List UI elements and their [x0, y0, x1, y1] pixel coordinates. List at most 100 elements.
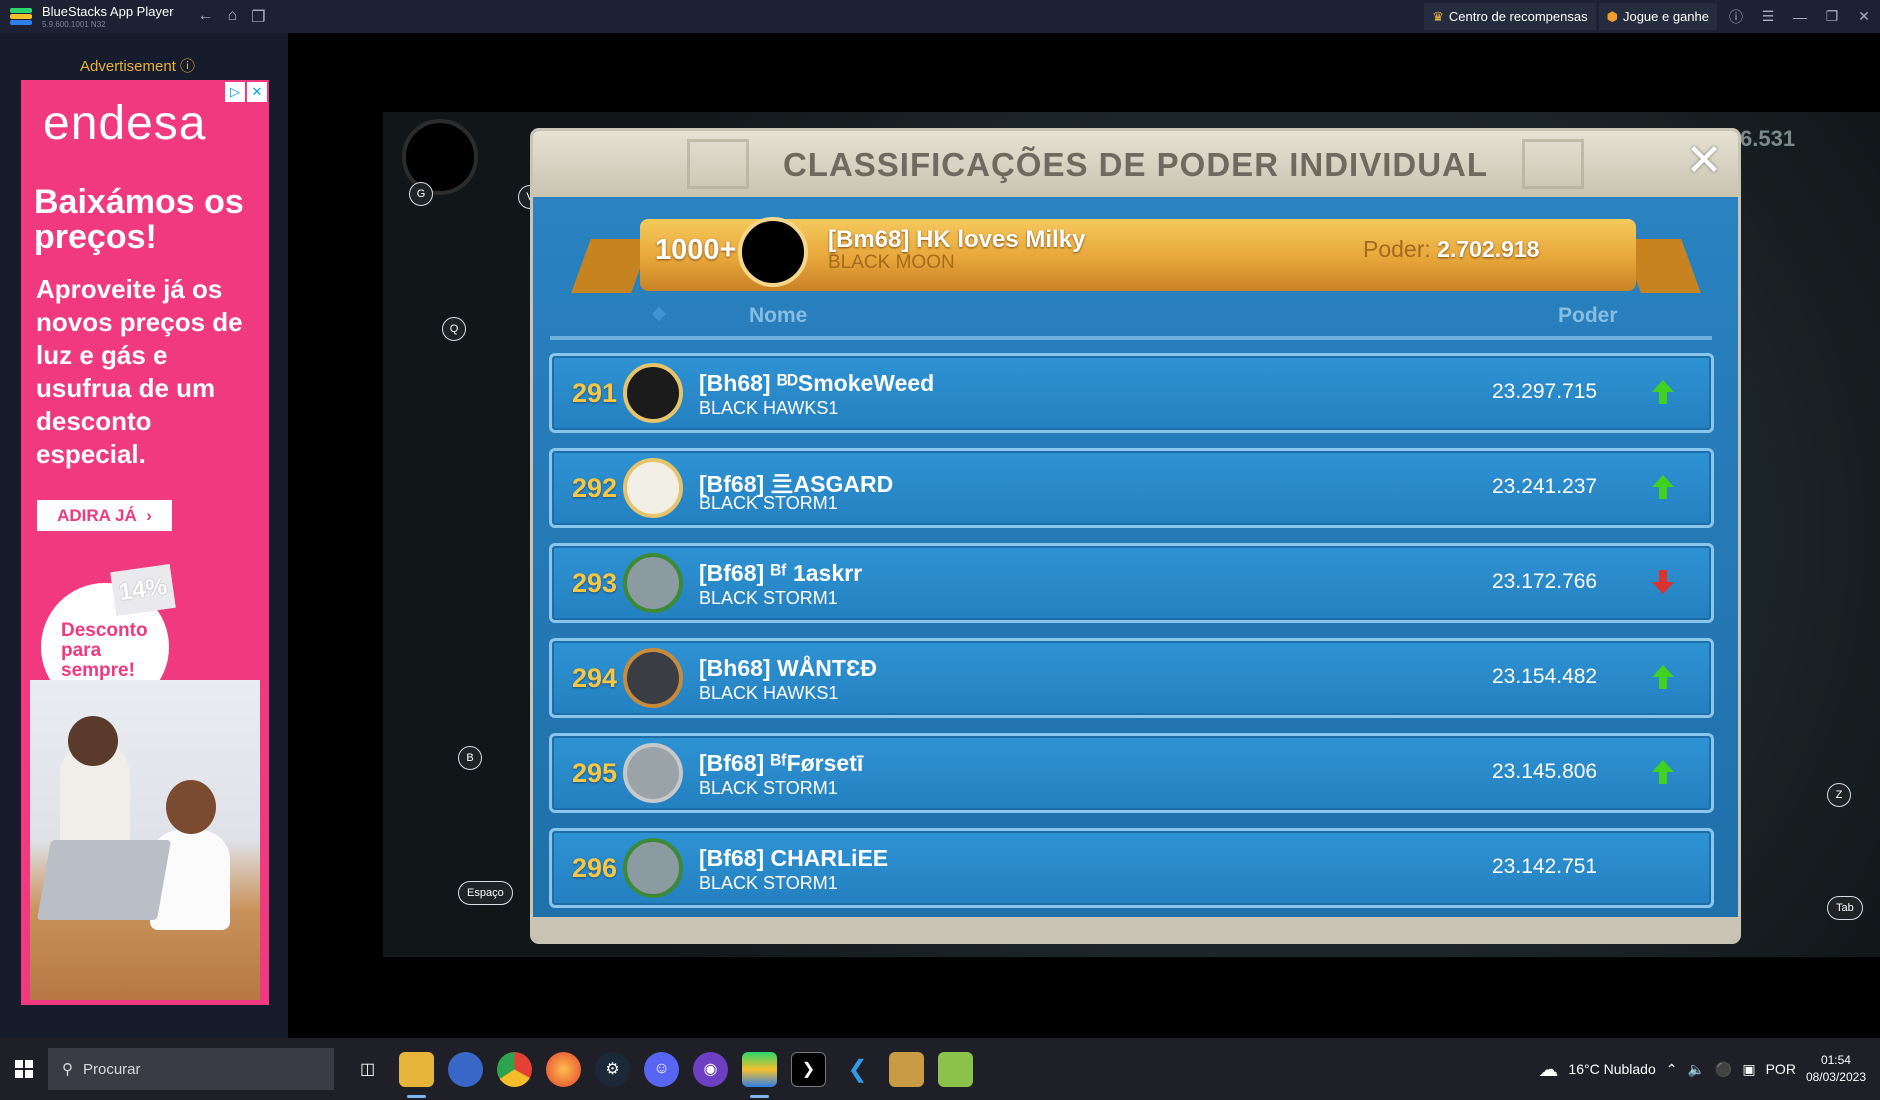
steam-icon[interactable]: ⚙ — [595, 1051, 630, 1087]
row-avatar[interactable] — [623, 553, 683, 613]
close-icon[interactable]: ✕ — [1680, 139, 1728, 187]
column-name: Nome — [749, 304, 808, 327]
rank-column-icon — [651, 306, 667, 322]
maximize-button[interactable]: ❐ — [1816, 8, 1848, 25]
menu-icon[interactable]: ☰ — [1752, 8, 1784, 25]
row-avatar[interactable] — [623, 648, 683, 708]
ad-cta-label: ADIRA JÁ — [57, 505, 137, 525]
row-avatar[interactable] — [623, 458, 683, 518]
speaker-icon[interactable]: 🔈 — [1687, 1061, 1704, 1078]
windows-logo-icon — [15, 1060, 33, 1078]
row-rank: 294 — [572, 663, 618, 693]
ad-label: Advertisement ⓘ — [80, 55, 195, 76]
ad-label-text: Advertisement — [80, 58, 176, 75]
ranking-row[interactable]: 292 [Bf68] 亖ASGARD BLACK STORM1 23.241.2… — [549, 448, 1714, 528]
taskbar-search-box[interactable]: ⚲ Procurar — [48, 1048, 334, 1090]
row-name: [Bh68] ᴮᴰSmokeWeed — [699, 370, 935, 396]
ad-photo — [30, 680, 260, 1000]
windows-start-button[interactable] — [0, 1038, 48, 1100]
firefox-icon[interactable] — [546, 1051, 581, 1087]
row-name: [Bf68] CHARLiEE — [699, 845, 889, 871]
discord-icon[interactable]: ☺ — [644, 1051, 679, 1087]
my-name: [Bm68] HK loves Milky — [828, 226, 1086, 253]
ad-cta-button[interactable]: ADIRA JÁ › — [37, 500, 172, 531]
ad-body: Aproveite já os novos preços de luz e gá… — [36, 274, 243, 469]
help-icon[interactable]: ⓘ — [1720, 7, 1752, 27]
chevron-up-icon[interactable]: ⌃ — [1666, 1061, 1678, 1078]
row-avatar[interactable] — [623, 363, 683, 423]
file-explorer-icon[interactable] — [399, 1051, 434, 1098]
hotkey-space[interactable]: Espaço — [458, 881, 513, 905]
taskbar-clock[interactable]: 01:54 08/03/2023 — [1806, 1052, 1866, 1086]
ad-brand: endesa — [43, 97, 207, 150]
chrome-icon[interactable] — [497, 1051, 532, 1087]
my-power: Poder: 2.702.918 — [1363, 236, 1539, 263]
network-icon[interactable]: ▣ — [1742, 1061, 1755, 1078]
my-avatar[interactable] — [738, 217, 808, 287]
row-alliance: BLACK STORM1 — [699, 588, 838, 608]
row-name: [Bh68] WÅNTƐĐ — [699, 655, 877, 681]
ranking-row[interactable]: 294 [Bh68] WÅNTƐĐ BLACK HAWKS1 23.154.48… — [549, 638, 1714, 718]
trend-up-icon — [1652, 665, 1674, 689]
row-avatar[interactable] — [623, 743, 683, 803]
search-icon: ⚲ — [62, 1061, 73, 1078]
row-avatar[interactable] — [623, 838, 683, 898]
vscode-icon[interactable]: ❮ — [840, 1052, 875, 1087]
trend-down-icon — [1652, 570, 1674, 594]
ad-banner[interactable]: endesa ▷ ✕ Baixámos os preços! Aproveite… — [21, 80, 269, 1005]
column-header: Nome Poder — [550, 299, 1712, 335]
row-power: 23.297.715 — [1492, 380, 1598, 403]
title-bar: BlueStacks App Player 5.9.600.1001 N32 ←… — [0, 0, 1880, 33]
ranking-row[interactable]: 296 [Bf68] CHARLiEE BLACK STORM1 23.142.… — [549, 828, 1714, 908]
row-rank: 295 — [572, 758, 618, 788]
game-app-icon[interactable] — [889, 1051, 924, 1087]
rewards-center-label: Centro de recompensas — [1448, 9, 1588, 24]
back-icon[interactable]: ← — [198, 7, 214, 27]
coin-icon: ⬢ — [1606, 8, 1618, 24]
ad-choices-icon[interactable]: ▷ — [225, 82, 245, 102]
row-rank: 293 — [572, 568, 618, 598]
play-win-button[interactable]: ⬢ Jogue e ganhe — [1598, 3, 1717, 30]
multi-instance-icon[interactable]: ❐ — [251, 7, 265, 27]
hotkey-g[interactable]: G — [409, 182, 433, 206]
weather-text[interactable]: 16°C Nublado — [1568, 1061, 1655, 1077]
task-view-icon[interactable]: ◫ — [350, 1052, 385, 1087]
hotkey-tab[interactable]: Tab — [1827, 896, 1863, 920]
row-power: 23.154.482 — [1492, 665, 1598, 688]
bluestacks-taskbar-icon[interactable] — [742, 1051, 777, 1098]
terminal-icon[interactable]: ❯ — [791, 1051, 826, 1087]
close-window-button[interactable]: ✕ — [1848, 8, 1880, 25]
windows-taskbar: ⚲ Procurar ◫ ⚙ ☺ ◉ ❯ ❮ ☁ 16°C Nublado ⌃ … — [0, 1038, 1880, 1100]
home-icon[interactable]: ⌂ — [228, 7, 238, 27]
search-placeholder: Procurar — [83, 1060, 141, 1078]
ranking-row[interactable]: 295 [Bf68] ᴮᶠFørsetī BLACK STORM1 23.145… — [549, 733, 1714, 813]
my-power-label: Poder: — [1363, 236, 1431, 262]
trend-up-icon — [1652, 475, 1674, 499]
ad-close-icon[interactable]: ✕ — [247, 82, 267, 102]
row-rank: 292 — [572, 473, 618, 503]
info-icon[interactable]: ⓘ — [180, 58, 195, 75]
hotkey-b[interactable]: B — [458, 746, 482, 770]
row-name: [Bf68] ᴮᶠFørsetī — [699, 750, 864, 776]
row-alliance: BLACK STORM1 — [699, 778, 838, 798]
crown-icon: ♛ — [1432, 8, 1444, 24]
github-icon[interactable]: ◉ — [693, 1051, 728, 1087]
hotkey-z[interactable]: Z — [1827, 783, 1851, 807]
minimize-button[interactable]: — — [1784, 9, 1816, 25]
row-power: 23.172.766 — [1492, 570, 1598, 593]
app-circle-icon[interactable] — [448, 1051, 483, 1087]
ad-badge-text: Desconto para sempre! — [61, 620, 148, 681]
column-power: Poder — [1558, 304, 1618, 327]
hotkey-q[interactable]: Q — [442, 317, 466, 341]
rewards-center-button[interactable]: ♛ Centro de recompensas — [1424, 3, 1596, 30]
microphone-icon[interactable]: ⚫ — [1715, 1061, 1732, 1078]
row-alliance: BLACK HAWKS1 — [699, 398, 839, 418]
ranking-row[interactable]: 293 [Bf68] ᴮᶠ 1askrr BLACK STORM1 23.172… — [549, 543, 1714, 623]
language-indicator[interactable]: POR — [1766, 1061, 1796, 1077]
row-alliance: BLACK STORM1 — [699, 493, 838, 513]
ranking-row[interactable]: 291 [Bh68] ᴮᴰSmokeWeed BLACK HAWKS1 23.2… — [549, 353, 1714, 433]
row-rank: 291 — [572, 378, 618, 408]
notepad-icon[interactable] — [938, 1051, 973, 1087]
row-alliance: BLACK STORM1 — [699, 873, 838, 893]
trend-up-icon — [1652, 380, 1674, 404]
